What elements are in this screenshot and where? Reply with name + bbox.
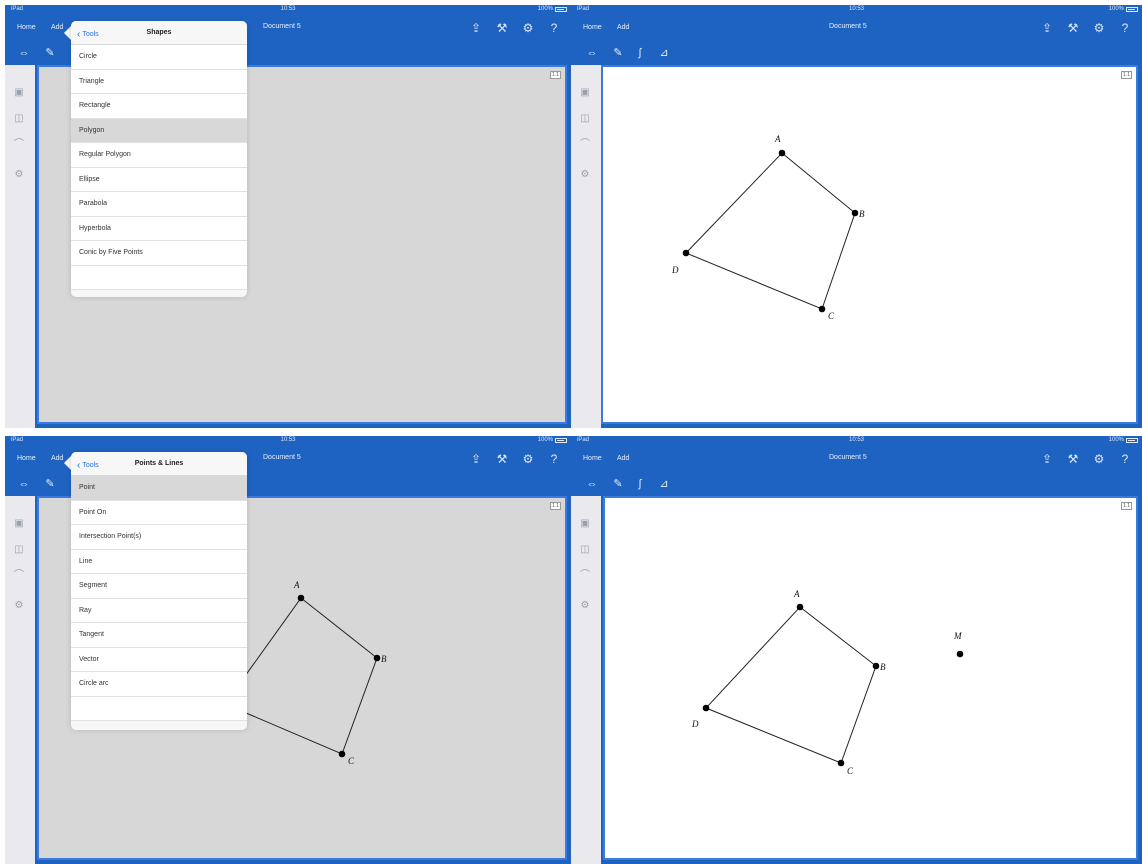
carrier-label: iPad (11, 6, 24, 12)
help-icon[interactable]: ? (547, 21, 561, 35)
label-d: D (691, 719, 699, 729)
menu-item-segment[interactable]: Segment (71, 574, 247, 599)
page-sorter-icon[interactable]: ▣ (13, 87, 25, 99)
geometry-layer: A B C D (671, 134, 865, 321)
menu-item-point[interactable]: Point (71, 476, 247, 501)
vertex-point-b[interactable] (851, 209, 859, 217)
menu-item-empty (71, 696, 247, 721)
popover-arrow (64, 456, 71, 470)
menu-item-empty (71, 265, 247, 290)
vertex-point-b[interactable] (872, 662, 880, 670)
menu-item-circle-arc[interactable]: Circle arc (71, 672, 247, 697)
book-icon[interactable]: ◫ (13, 113, 25, 125)
settings-icon[interactable]: ⚙ (521, 21, 535, 35)
scratchpad-icon[interactable]: ⌒ (13, 139, 25, 151)
sidebar: ▣ ◫ ⌒ ⚙ (5, 65, 35, 428)
quadrilateral-abcd[interactable] (224, 597, 378, 755)
menu-item-ellipse[interactable]: Ellipse (71, 167, 247, 192)
add-button[interactable]: Add (51, 24, 63, 31)
screenshot-shapes-menu: iPad 10:53 100% Home Add Document 5 ⇪ ⚒ … (5, 5, 571, 428)
vertex-point-a[interactable] (796, 603, 804, 611)
label-d: D (671, 265, 679, 275)
label-b: B (381, 654, 387, 664)
popover-header: ‹ Tools Shapes (71, 21, 247, 45)
menu-item-point-on[interactable]: Point On (71, 500, 247, 525)
label-c: C (348, 756, 355, 766)
wrench-icon[interactable]: ✎ (43, 46, 57, 60)
screenshot-quadrilateral: iPad 10:53 100% Home Add Document 5 ⇪ ⚒ … (571, 5, 1142, 428)
battery-percent: 100% (537, 6, 553, 12)
menu-item-ray[interactable]: Ray (71, 598, 247, 623)
menu-item-line[interactable]: Line (71, 549, 247, 574)
label-a: A (293, 580, 300, 590)
label-c: C (847, 766, 854, 776)
vertex-point-a[interactable] (778, 149, 786, 157)
screenshot-points-lines-menu: iPad 10:53 100% Home Add Document 5 ⇪ ⚒ … (5, 436, 571, 864)
settings-icon[interactable]: ⚙ (13, 169, 25, 181)
nav-icons: ⇪ ⚒ ⚙ ? (469, 21, 561, 35)
expand-icon[interactable]: ⇔ (17, 46, 31, 60)
status-bar: iPad 10:53 100% (5, 5, 571, 15)
tools-icon[interactable]: ⚒ (495, 21, 509, 35)
vertex-point-c[interactable] (818, 305, 826, 313)
shapes-popover: ‹ Tools Shapes Circle Triangle Rectangle … (71, 21, 247, 297)
vertex-point-c[interactable] (837, 759, 845, 767)
menu-item-tangent[interactable]: Tangent (71, 623, 247, 648)
points-lines-popover: ‹ Tools Points & Lines Point Point On Int… (71, 452, 247, 730)
menu-item-parabola[interactable]: Parabola (71, 192, 247, 217)
menu-item-rectangle[interactable]: Rectangle (71, 94, 247, 119)
popover-header: ‹ Tools Points & Lines (71, 452, 247, 476)
document-title: Document 5 (263, 23, 301, 30)
quadrilateral-abcd[interactable] (685, 152, 856, 310)
vertex-point-d[interactable] (702, 704, 710, 712)
menu-item-polygon[interactable]: Polygon (71, 118, 247, 143)
menu-item-circle[interactable]: Circle (71, 45, 247, 70)
label-b: B (859, 209, 865, 219)
popover-arrow (64, 26, 71, 40)
menu-item-conic-five-points[interactable]: Conic by Five Points (71, 241, 247, 266)
geometry-layer: A B C D M (691, 589, 964, 776)
label-a: A (774, 134, 781, 144)
label-m: M (953, 631, 962, 641)
screenshot-point-m-added: iPad 10:53 100% Home Add Document 5 ⇪ ⚒ … (571, 436, 1142, 864)
label-a: A (793, 589, 800, 599)
popover-title: Points & Lines (134, 460, 184, 467)
menu-item-regular-polygon[interactable]: Regular Polygon (71, 143, 247, 168)
home-button[interactable]: Home (17, 24, 36, 31)
page-tag: 1.1 (550, 71, 561, 79)
vertex-point-d[interactable] (682, 249, 690, 257)
vertex-point-c[interactable] (338, 750, 346, 758)
share-icon[interactable]: ⇪ (469, 21, 483, 35)
quadrilateral-abcd[interactable] (705, 606, 877, 764)
battery-icon (555, 7, 567, 12)
point-m[interactable] (956, 650, 964, 658)
menu-item-intersection-points[interactable]: Intersection Point(s) (71, 525, 247, 550)
menu-item-triangle[interactable]: Triangle (71, 69, 247, 94)
label-b: B (880, 662, 886, 672)
clock: 10:53 (280, 6, 296, 12)
menu-item-hyperbola[interactable]: Hyperbola (71, 216, 247, 241)
popover-title: Shapes (146, 29, 172, 36)
vertex-point-b[interactable] (373, 654, 381, 662)
label-c: C (828, 311, 835, 321)
menu-item-vector[interactable]: Vector (71, 647, 247, 672)
vertex-point-a[interactable] (297, 594, 305, 602)
